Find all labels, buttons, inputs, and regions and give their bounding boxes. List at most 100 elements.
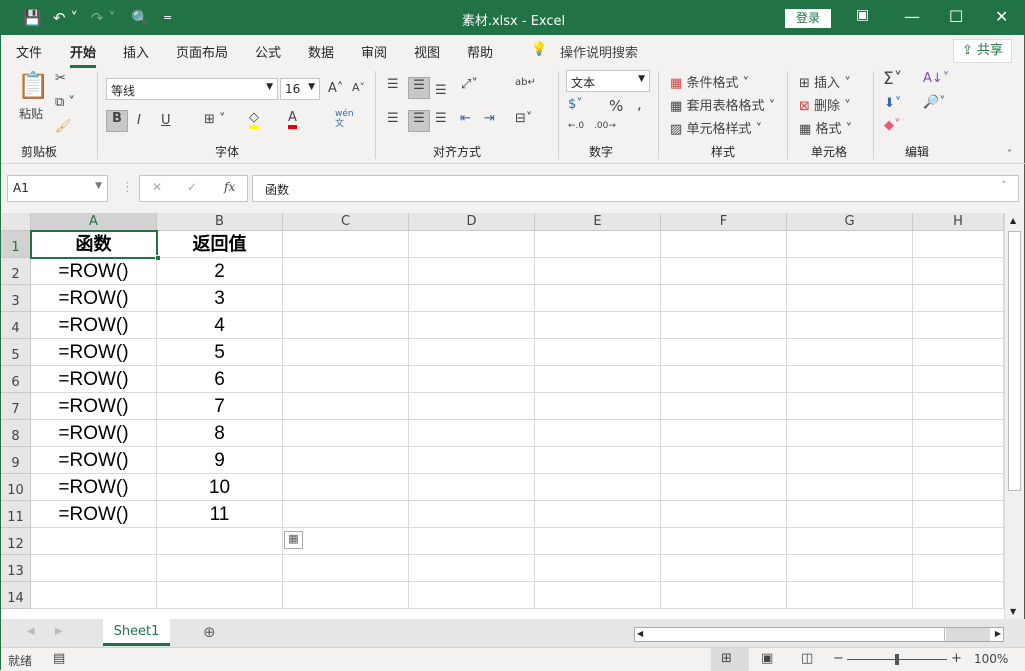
format-cells-button[interactable]: ▦ 格式 ˅	[799, 118, 852, 137]
row-header-3[interactable]: 3	[1, 285, 31, 312]
formula-input[interactable]: 函数 ˅	[252, 175, 1019, 202]
cell-A10[interactable]: =ROW()	[31, 474, 157, 501]
cell-B9[interactable]: 9	[157, 447, 283, 474]
number-format-select[interactable]: 文本 ▼	[566, 70, 650, 92]
row-header-8[interactable]: 8	[1, 420, 31, 447]
zoom-in-icon[interactable]: +	[951, 651, 962, 666]
cell-C13[interactable]	[283, 555, 409, 582]
column-header-B[interactable]: B	[157, 213, 283, 231]
cell-F4[interactable]	[661, 312, 787, 339]
cell-D11[interactable]	[409, 501, 535, 528]
row-header-4[interactable]: 4	[1, 312, 31, 339]
row-header-12[interactable]: 12	[1, 528, 31, 555]
cell-H1[interactable]	[913, 231, 1004, 258]
cell-B2[interactable]: 2	[157, 258, 283, 285]
align-middle-icon[interactable]: ☰	[408, 77, 430, 99]
cell-F10[interactable]	[661, 474, 787, 501]
cell-H5[interactable]	[913, 339, 1004, 366]
quick-analysis-icon[interactable]: ▦	[284, 531, 303, 549]
font-color-icon[interactable]: A	[288, 110, 297, 129]
cell-E4[interactable]	[535, 312, 661, 339]
tab-file[interactable]: 文件	[16, 42, 42, 61]
cell-B11[interactable]: 11	[157, 501, 283, 528]
tab-view[interactable]: 视图	[414, 42, 440, 61]
spreadsheet-grid[interactable]: A B C D E F G H 1 函数 返回值 2 =ROW() 2 3 =ROW() 3 4 =ROW() 4 5 =…	[1, 213, 1004, 619]
cell-F7[interactable]	[661, 393, 787, 420]
paste-button[interactable]: 粘贴	[19, 105, 43, 122]
row-header-2[interactable]: 2	[1, 258, 31, 285]
cell-E5[interactable]	[535, 339, 661, 366]
cell-C9[interactable]	[283, 447, 409, 474]
cell-B7[interactable]: 7	[157, 393, 283, 420]
column-header-A[interactable]: A	[31, 213, 157, 231]
increase-decimal-icon[interactable]: ←.0	[568, 121, 584, 131]
currency-icon[interactable]: $˅	[568, 97, 583, 112]
column-header-H[interactable]: H	[913, 213, 1004, 231]
minimize-icon[interactable]: —	[904, 7, 920, 26]
cell-H7[interactable]	[913, 393, 1004, 420]
row-header-7[interactable]: 7	[1, 393, 31, 420]
sheet-tab-sheet1[interactable]: Sheet1	[103, 619, 170, 646]
cell-F12[interactable]	[661, 528, 787, 555]
fill-color-icon[interactable]: ◇	[249, 110, 259, 129]
login-button[interactable]: 登录	[785, 9, 831, 28]
cell-B5[interactable]: 5	[157, 339, 283, 366]
cell-E9[interactable]	[535, 447, 661, 474]
align-right-icon[interactable]: ☰	[435, 111, 447, 126]
normal-view-icon[interactable]: ⊞	[721, 651, 732, 666]
row-header-6[interactable]: 6	[1, 366, 31, 393]
cell-C7[interactable]	[283, 393, 409, 420]
column-header-D[interactable]: D	[409, 213, 535, 231]
cell-G3[interactable]	[787, 285, 913, 312]
cell-H2[interactable]	[913, 258, 1004, 285]
comma-icon[interactable]: ,	[637, 95, 642, 113]
bold-button[interactable]: B	[106, 110, 128, 132]
cell-E14[interactable]	[535, 582, 661, 609]
cell-B12[interactable]	[157, 528, 283, 555]
cell-C11[interactable]	[283, 501, 409, 528]
close-icon[interactable]: ✕	[995, 7, 1008, 26]
clear-icon[interactable]: ◆˅	[884, 118, 901, 133]
row-header-9[interactable]: 9	[1, 447, 31, 474]
cell-B4[interactable]: 4	[157, 312, 283, 339]
zoom-out-icon[interactable]: −	[833, 651, 844, 666]
enter-icon[interactable]: ✓	[187, 180, 197, 194]
cell-E13[interactable]	[535, 555, 661, 582]
cell-C3[interactable]	[283, 285, 409, 312]
cell-H11[interactable]	[913, 501, 1004, 528]
merge-center-icon[interactable]: ⊟˅	[515, 111, 532, 126]
column-header-F[interactable]: F	[661, 213, 787, 231]
cell-C8[interactable]	[283, 420, 409, 447]
cell-E1[interactable]	[535, 231, 661, 258]
cell-B1[interactable]: 返回值	[157, 231, 283, 258]
cell-G10[interactable]	[787, 474, 913, 501]
cell-G2[interactable]	[787, 258, 913, 285]
insert-cells-button[interactable]: ⊞ 插入 ˅	[799, 72, 851, 91]
conditional-format-button[interactable]: ▦ 条件格式 ˅	[670, 72, 749, 91]
cell-D2[interactable]	[409, 258, 535, 285]
cell-C2[interactable]	[283, 258, 409, 285]
cell-G14[interactable]	[787, 582, 913, 609]
column-header-E[interactable]: E	[535, 213, 661, 231]
cell-G5[interactable]	[787, 339, 913, 366]
cell-D5[interactable]	[409, 339, 535, 366]
align-center-icon[interactable]: ☰	[408, 110, 430, 132]
cell-G4[interactable]	[787, 312, 913, 339]
cell-A7[interactable]: =ROW()	[31, 393, 157, 420]
cell-E6[interactable]	[535, 366, 661, 393]
cell-E7[interactable]	[535, 393, 661, 420]
cell-A12[interactable]	[31, 528, 157, 555]
scroll-right-icon[interactable]: ▶	[995, 629, 1001, 638]
fill-icon[interactable]: ⬇˅	[884, 96, 901, 111]
cell-C4[interactable]	[283, 312, 409, 339]
cell-B10[interactable]: 10	[157, 474, 283, 501]
cell-A4[interactable]: =ROW()	[31, 312, 157, 339]
tab-insert[interactable]: 插入	[123, 42, 149, 61]
cell-E11[interactable]	[535, 501, 661, 528]
ribbon-display-icon[interactable]: ▣	[856, 7, 869, 23]
cell-E8[interactable]	[535, 420, 661, 447]
underline-button[interactable]: U	[161, 113, 171, 128]
cell-A8[interactable]: =ROW()	[31, 420, 157, 447]
sort-filter-icon[interactable]: A↓˅	[923, 71, 949, 86]
new-sheet-icon[interactable]: ⊕	[203, 623, 216, 641]
